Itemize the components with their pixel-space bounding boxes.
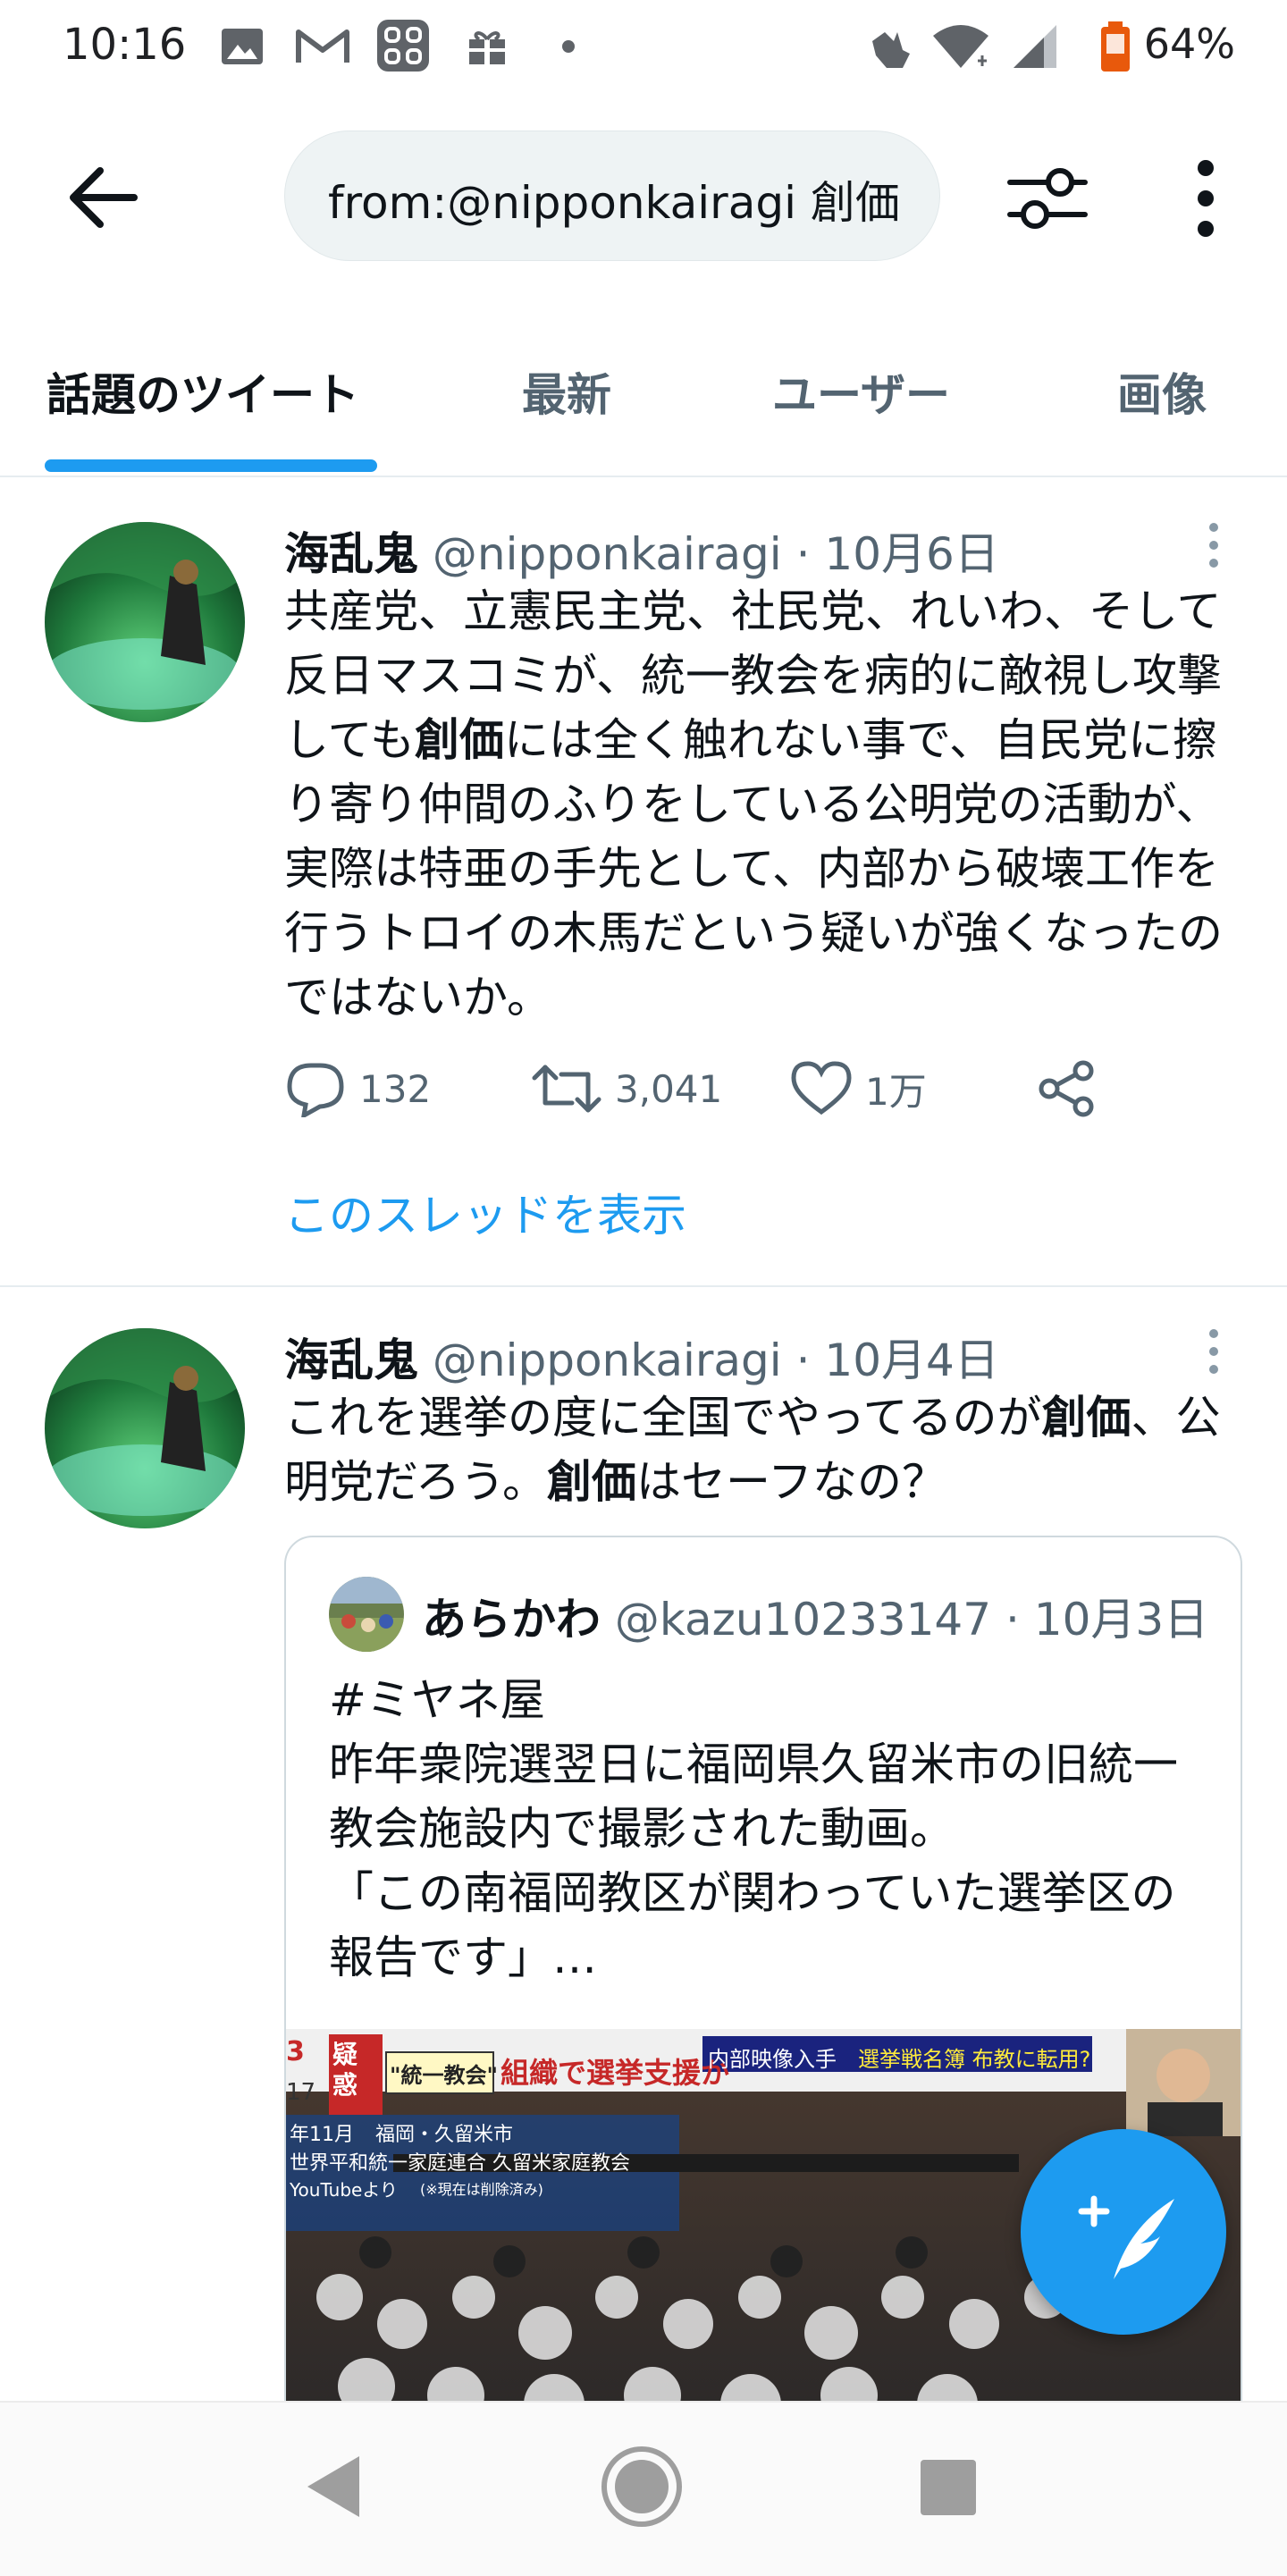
media-caption: (※現在は削除済み) (420, 2181, 543, 2198)
display-name[interactable]: 海乱鬼 (284, 1334, 418, 1386)
media-caption: YouTubeより (290, 2179, 398, 2201)
show-thread-link[interactable]: このスレッドを表示 (284, 1180, 686, 1244)
search-tabs: 話題のツイート 最新 ユーザー 画像 (0, 300, 1287, 477)
tweet-text-part: はセーフなの？ (636, 1456, 946, 1508)
media-caption: 年11月 (290, 2124, 354, 2146)
tweet[interactable]: 海乱鬼 @nipponkairagi · 10月6日 共産党、立憲民主党、社民党… (0, 477, 1287, 1287)
handle[interactable]: @nipponkairagi (433, 1334, 782, 1386)
heart-icon (791, 1061, 852, 1115)
retweet-button[interactable]: 3,041 (531, 1060, 722, 1117)
avatar[interactable] (45, 1328, 245, 1528)
share-icon (1039, 1060, 1094, 1117)
tweet-menu-icon[interactable] (1196, 518, 1232, 572)
separator: · (795, 1334, 811, 1386)
share-button[interactable] (1037, 1060, 1099, 1117)
display-name[interactable]: 海乱鬼 (284, 528, 418, 580)
separator: · (1005, 1594, 1020, 1646)
tweet-actions: 132 3,041 1万 (284, 1060, 1106, 1123)
compose-tweet-icon (1078, 2195, 1174, 2279)
tab-top-tweets[interactable]: 話題のツイート (46, 359, 359, 424)
tweet-menu-icon[interactable] (1196, 1325, 1232, 1378)
handle[interactable]: @nipponkairagi (433, 528, 782, 580)
back-triangle-icon[interactable] (302, 2451, 365, 2522)
tweet-text: 共産党、立憲民主党、社民党、れいわ、そして反日マスコミが、統一教会を病的に敵視し… (284, 579, 1249, 1030)
search-query: from:@nipponkairagi 創価 (328, 177, 900, 229)
status-time: 10:16 (63, 20, 187, 70)
gift-icon (469, 31, 505, 64)
tab-latest[interactable]: 最新 (522, 359, 611, 424)
like-button[interactable]: 1万 (790, 1060, 927, 1117)
reply-button[interactable]: 132 (284, 1060, 431, 1117)
tab-images[interactable]: 画像 (1117, 359, 1207, 424)
retweet-icon (532, 1065, 601, 1113)
active-tab-indicator (45, 459, 377, 472)
media-number: 17 (286, 2079, 316, 2106)
dot-icon (562, 40, 575, 53)
separator: · (795, 528, 811, 580)
quoted-header: あらかわ @kazu10233147 · 10月3日 (422, 1584, 1208, 1648)
more-vertical-icon[interactable] (1174, 156, 1237, 241)
tweet-date[interactable]: 10月6日 (824, 528, 998, 580)
reply-count: 132 (359, 1066, 432, 1111)
tweet-date[interactable]: 10月4日 (824, 1334, 998, 1386)
avatar[interactable] (45, 522, 245, 722)
tweet-text: これを選挙の度に全国でやってるのが創価、公明党だろう。創価はセーフなの？ (284, 1385, 1249, 1514)
battery-percent: 64% (1143, 20, 1235, 68)
quoted-avatar[interactable] (329, 1577, 404, 1652)
quoted-display-name: あらかわ (422, 1594, 601, 1646)
media-label: 組織で選挙支援か (500, 2056, 730, 2090)
quoted-text: #ミヤネ屋 昨年衆院選翌日に福岡県久留米市の旧統一教会施設内で撮影された動画。 … (329, 1674, 1178, 1983)
media-label: "統一教会" (390, 2063, 499, 2088)
tab-users[interactable]: ユーザー (772, 359, 950, 424)
media-label: 選挙戦名簿 布教に転用? (858, 2047, 1091, 2072)
retweet-count: 3,041 (615, 1066, 723, 1111)
signal-icon (1014, 25, 1056, 68)
compose-tweet-button[interactable] (1021, 2129, 1226, 2335)
highlight-term: 創価 (1041, 1392, 1131, 1444)
status-bar: 10:16 64% (0, 0, 1287, 93)
search-input[interactable]: from:@nipponkairagi 創価 (284, 130, 940, 261)
media-label: 内部映像入手 (708, 2047, 837, 2072)
media-tag: 疑惑 (332, 2040, 358, 2100)
quoted-handle: @kazu10233147 (614, 1594, 992, 1646)
gmail-icon (296, 29, 349, 63)
highlight-term: 創価 (415, 714, 504, 766)
tweet-header: 海乱鬼 @nipponkairagi · 10月6日 (284, 518, 999, 583)
recents-square-icon[interactable] (919, 2458, 978, 2517)
home-circle-icon[interactable] (597, 2442, 686, 2531)
like-count: 1万 (865, 1069, 927, 1114)
search-header: from:@nipponkairagi 創価 (0, 93, 1287, 300)
media-number: 3 (286, 2036, 305, 2067)
quoted-date: 10月3日 (1033, 1594, 1209, 1646)
reply-icon (287, 1063, 344, 1117)
filter-icon[interactable] (1005, 156, 1090, 241)
battery-icon (1101, 21, 1130, 72)
media-caption: 世界平和統一家庭連合 久留米家庭教会 (290, 2152, 630, 2175)
apps-icon (377, 20, 429, 72)
media-caption: 福岡・久留米市 (375, 2124, 514, 2146)
wifi-icon (933, 25, 988, 68)
tweet-text-part: これを選挙の度に全国でやってるのが (284, 1392, 1042, 1444)
arrow-left-icon[interactable] (63, 157, 143, 238)
image-icon (222, 29, 263, 64)
system-nav-bar (0, 2401, 1287, 2576)
highlight-term: 創価 (547, 1456, 636, 1508)
tweet-header: 海乱鬼 @nipponkairagi · 10月4日 (284, 1325, 999, 1389)
hand-icon (872, 32, 910, 68)
